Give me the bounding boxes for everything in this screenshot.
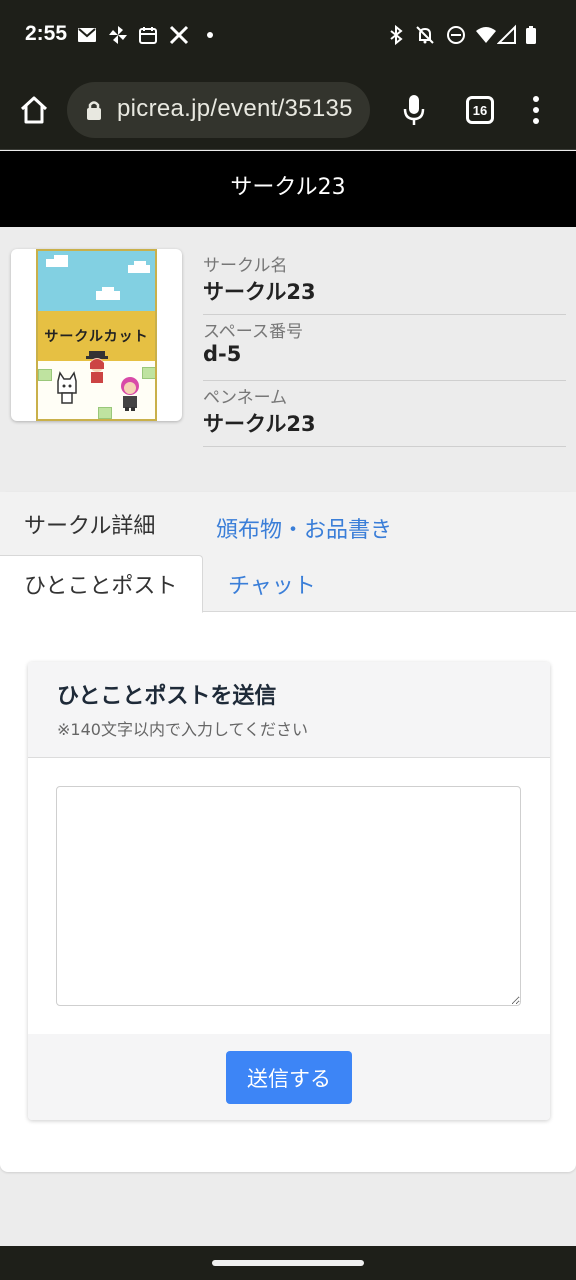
post-form-title: ひとことポストを送信 <box>57 684 277 709</box>
field-value: サークル23 <box>203 280 316 304</box>
mic-icon <box>403 95 425 125</box>
field-value: サークル23 <box>203 412 316 436</box>
submit-button[interactable]: 送信する <box>226 1051 352 1104</box>
more-menu-button[interactable] <box>526 94 546 126</box>
circle-name-field: サークル名 サークル23 <box>203 249 566 315</box>
signal-icon <box>497 24 519 46</box>
home-button[interactable] <box>16 92 52 128</box>
post-form-note: ※140文字以内で入力してください <box>57 720 308 739</box>
bell-off-icon <box>414 24 436 46</box>
status-bar: 2:55 <box>0 0 576 70</box>
tab-items[interactable]: 頒布物・お品書き <box>216 512 392 544</box>
circle-cut-image: サークルカット <box>36 249 157 421</box>
space-number-field: スペース番号 d-5 <box>203 315 566 381</box>
x-icon <box>168 24 190 46</box>
lock-icon <box>87 101 101 120</box>
bluetooth-icon <box>385 24 407 46</box>
field-label: サークル名 <box>203 256 288 276</box>
dot-icon <box>199 24 221 46</box>
circle-info: サークル名 サークル23 スペース番号 d-5 ペンネーム サークル23 <box>203 249 566 447</box>
url-text[interactable]: picrea.jp/event/35135 <box>117 95 353 123</box>
circle-cut-card[interactable]: サークルカット <box>11 249 182 421</box>
field-value: d-5 <box>203 342 242 366</box>
tab-row-bottom: ひとことポスト チャット <box>0 554 576 613</box>
pinwheel-icon <box>107 24 129 46</box>
battery-icon <box>520 24 542 46</box>
do-not-disturb-icon <box>445 24 467 46</box>
home-icon <box>20 96 48 124</box>
more-vert-icon <box>533 96 539 124</box>
pen-name-field: ペンネーム サークル23 <box>203 381 566 447</box>
tab-hitokoto-post[interactable]: ひとことポスト <box>0 555 203 613</box>
tab-row-top: サークル詳細 頒布物・お品書き <box>0 492 576 556</box>
tab-chat[interactable]: チャット <box>228 568 316 600</box>
gmail-icon <box>76 24 98 46</box>
calendar-icon <box>137 24 159 46</box>
page-title: サークル23 <box>0 151 576 227</box>
tab-panel: サークル詳細 頒布物・お品書き ひとことポスト チャット ひとことポストを送信 … <box>0 492 576 1172</box>
voice-search-button[interactable] <box>400 92 428 128</box>
post-textarea[interactable] <box>56 786 521 1006</box>
address-bar[interactable]: picrea.jp/event/35135 <box>67 82 370 138</box>
tab-circle-detail[interactable]: サークル詳細 <box>24 508 155 540</box>
post-form-card: ひとことポストを送信 ※140文字以内で入力してください 送信する <box>28 662 550 1120</box>
browser-toolbar: picrea.jp/event/35135 16 <box>0 70 576 150</box>
tab-switcher-button[interactable]: 16 <box>466 96 494 124</box>
wifi-icon <box>475 24 497 46</box>
status-time: 2:55 <box>25 22 68 45</box>
post-form-footer: 送信する <box>28 1034 550 1120</box>
field-label: ペンネーム <box>203 388 288 408</box>
home-gesture-handle[interactable] <box>212 1260 364 1266</box>
gesture-nav-bar <box>0 1246 576 1280</box>
post-form-header: ひとことポストを送信 ※140文字以内で入力してください <box>28 662 550 758</box>
field-label: スペース番号 <box>203 322 303 342</box>
